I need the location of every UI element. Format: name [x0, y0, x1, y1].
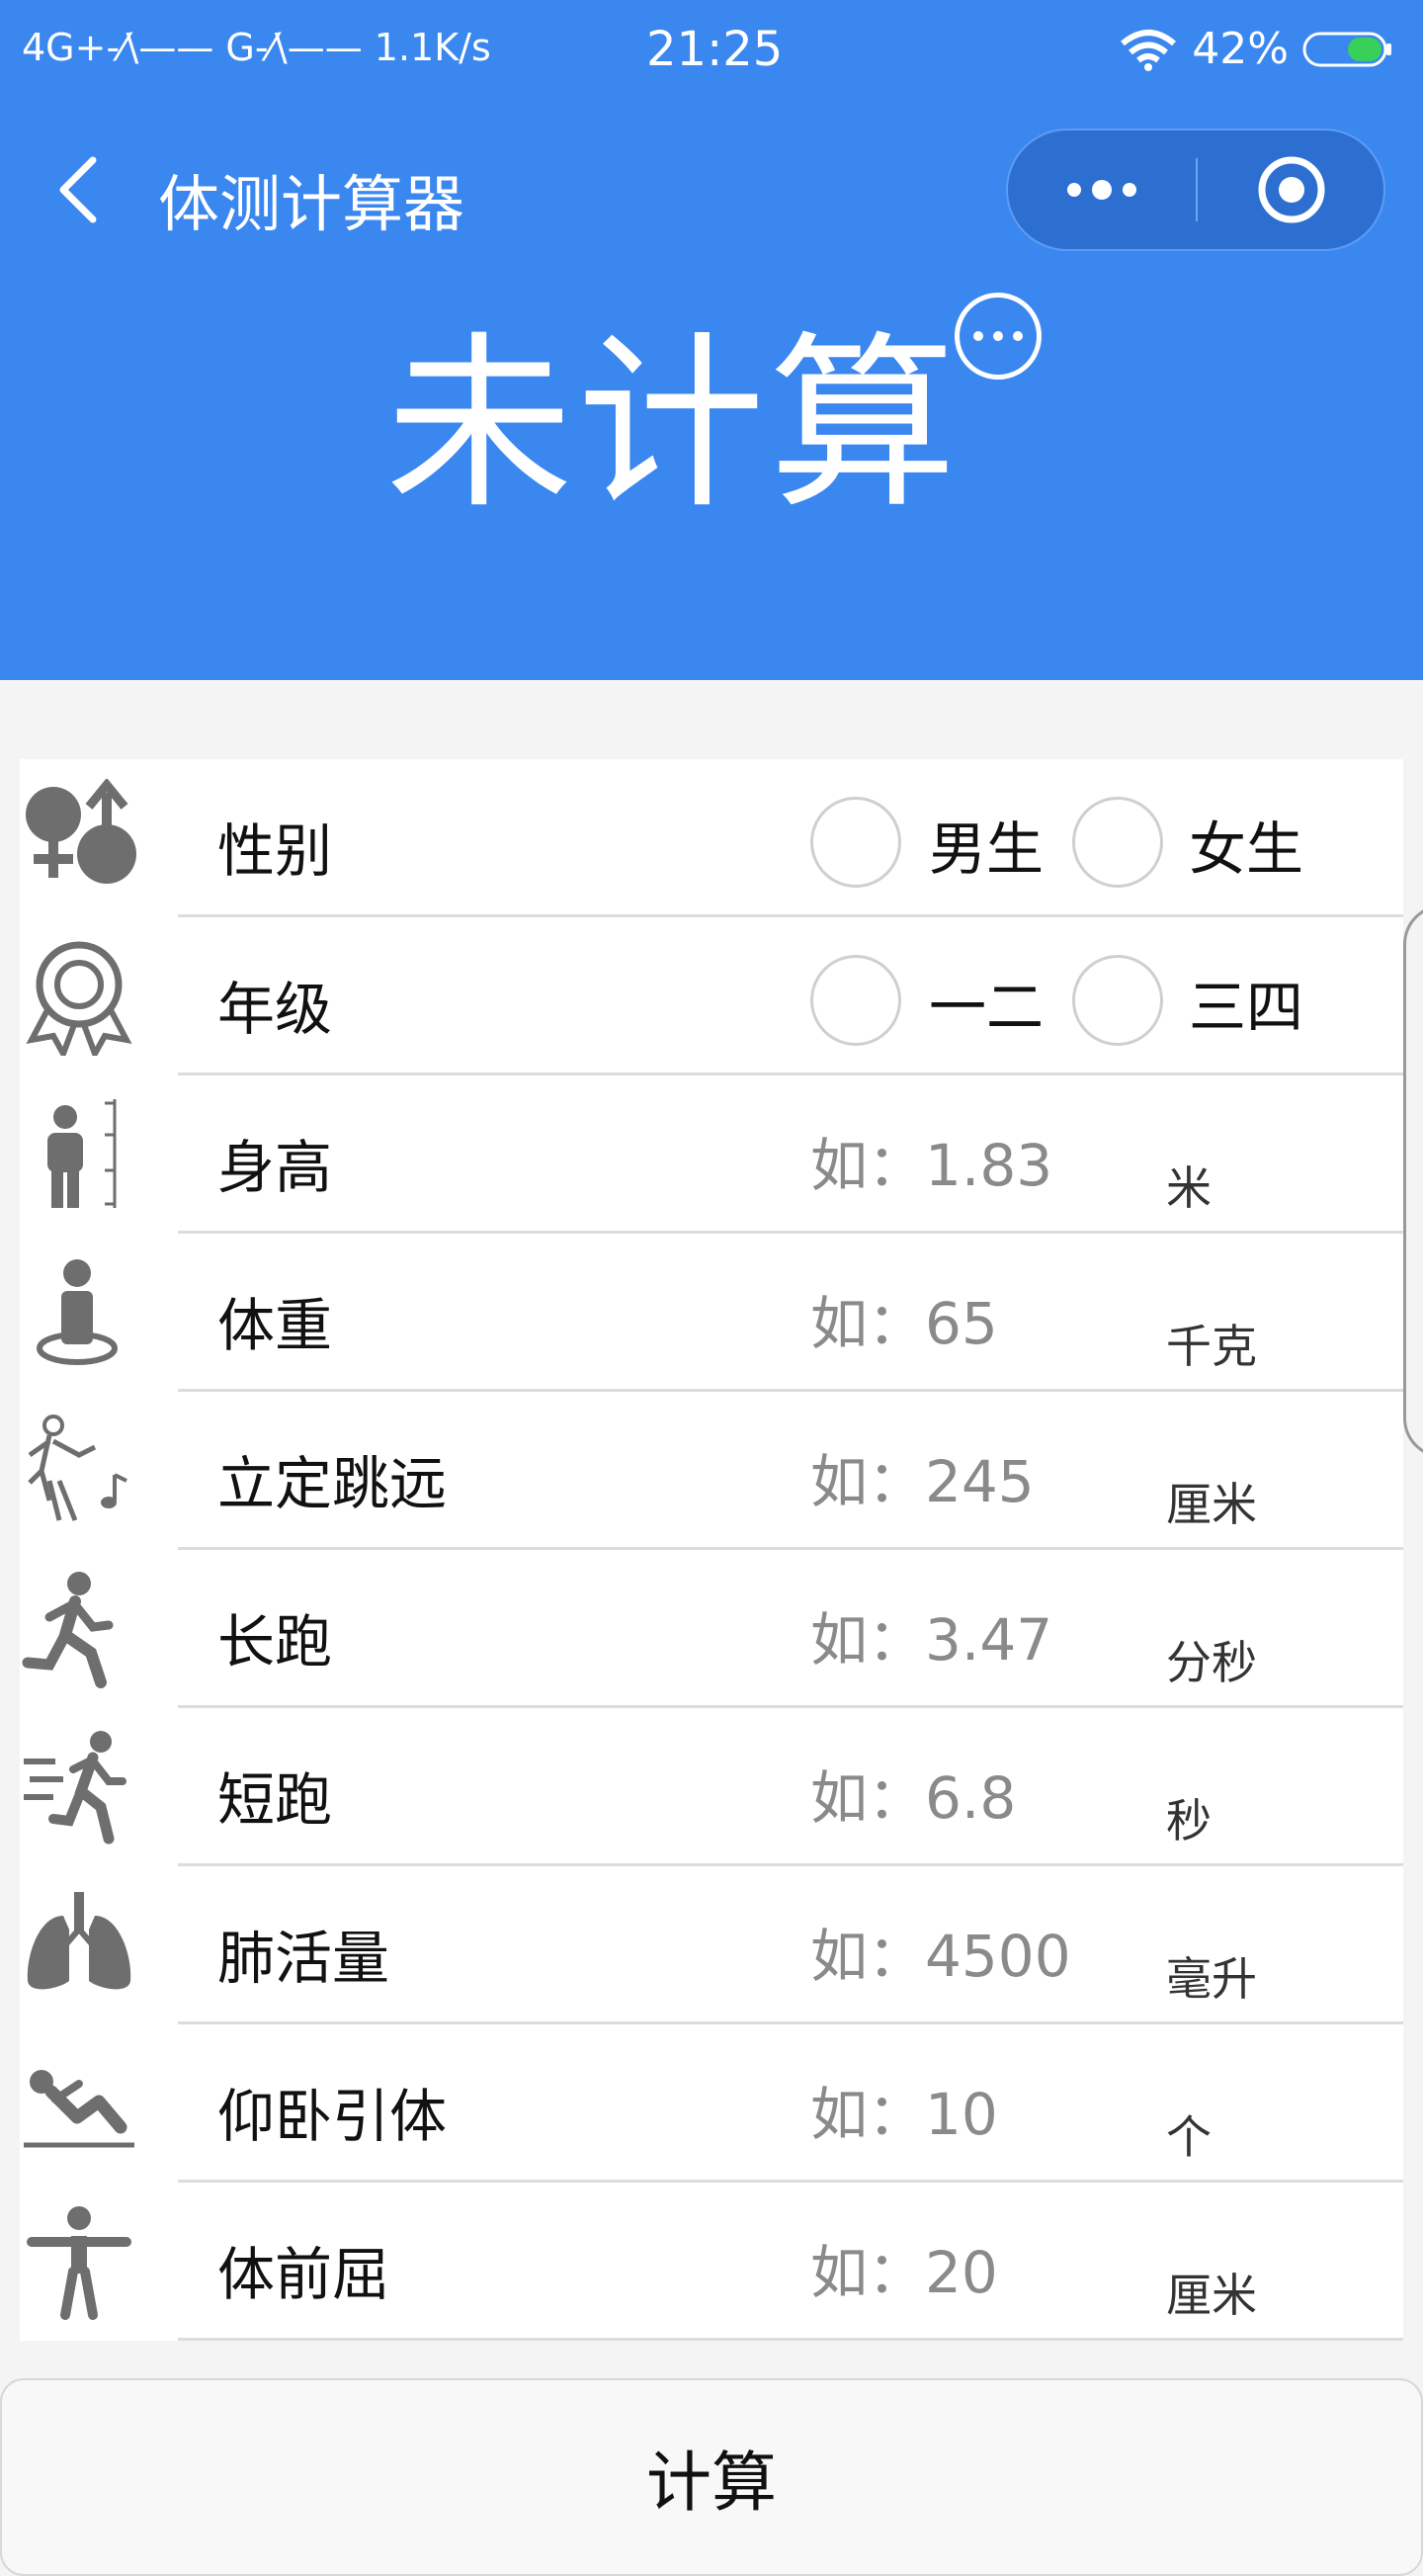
height-row: 身高 如：1.83 米 [20, 1075, 1403, 1234]
situp-row: 仰卧引体 如：10 个 [20, 2024, 1403, 2183]
weight-icon [20, 1253, 138, 1372]
lung-capacity-label: 肺活量 [217, 1925, 390, 1992]
grade-12-radio[interactable] [810, 955, 901, 1046]
ellipsis-circle-icon[interactable] [955, 293, 1042, 380]
gender-female-label[interactable]: 女生 [1189, 803, 1303, 886]
more-dots-icon[interactable] [1008, 130, 1196, 249]
medal-icon [20, 937, 138, 1056]
gender-row: 性别 男生 女生 [20, 759, 1403, 917]
grade-34-label[interactable]: 三四 [1189, 961, 1303, 1044]
height-input[interactable]: 如：1.83 [810, 1119, 1146, 1199]
sprint-input[interactable]: 如：6.8 [810, 1752, 1146, 1832]
battery-percent: 42% [1192, 24, 1289, 74]
lung-capacity-unit: 毫升 [1166, 1952, 1257, 2006]
lung-capacity-row: 肺活量 如：4500 毫升 [20, 1866, 1403, 2024]
navigation-bar: 体测计算器 [0, 119, 1423, 261]
gender-female-radio[interactable] [1072, 797, 1163, 888]
long-run-label: 长跑 [217, 1608, 333, 1675]
situp-label: 仰卧引体 [217, 2083, 448, 2150]
measurement-form: 性别 男生 女生 年级 一二 三四 身高 如：1.83 米 体重 如：65 千克… [20, 759, 1403, 2341]
standing-jump-unit: 厘米 [1166, 1478, 1257, 1531]
weight-row: 体重 如：65 千克 [20, 1234, 1403, 1392]
forward-bend-row: 体前屈 如：20 厘米 [20, 2183, 1403, 2341]
status-bar: 4G+-⁄\—— G-⁄\—— 1.1K/s 21:25 42% [0, 0, 1423, 103]
grade-34-radio[interactable] [1072, 955, 1163, 1046]
forward-bend-label: 体前屈 [217, 2241, 390, 2308]
calculate-button-label: 计算 [646, 2445, 777, 2521]
standing-jump-input[interactable]: 如：245 [810, 1435, 1146, 1515]
clock: 21:25 [646, 22, 784, 77]
target-circle-icon[interactable] [1198, 130, 1385, 249]
height-label: 身高 [217, 1134, 333, 1201]
side-drawer-handle[interactable] [1403, 904, 1423, 1458]
dance-icon [20, 1412, 138, 1530]
result-title: 未计算 [385, 315, 962, 534]
weight-input[interactable]: 如：65 [810, 1277, 1146, 1357]
page-title: 体测计算器 [158, 168, 465, 240]
grade-label: 年级 [217, 976, 333, 1043]
situp-input[interactable]: 如：10 [810, 2068, 1146, 2148]
weight-label: 体重 [217, 1292, 333, 1359]
lungs-icon [20, 1886, 138, 2005]
running-icon [20, 1570, 138, 1688]
header: 4G+-⁄\—— G-⁄\—— 1.1K/s 21:25 42% 体测计算器 未… [0, 0, 1423, 680]
forward-bend-input[interactable]: 如：20 [810, 2226, 1146, 2306]
grade-row: 年级 一二 三四 [20, 917, 1403, 1075]
situp-unit: 个 [1166, 2110, 1212, 2164]
battery-icon [1302, 32, 1393, 67]
height-icon [20, 1095, 138, 1214]
gender-label: 性别 [217, 817, 333, 885]
back-arrow-icon[interactable] [49, 154, 109, 225]
long-run-row: 长跑 如：3.47 分秒 [20, 1550, 1403, 1708]
sprint-label: 短跑 [217, 1766, 333, 1834]
calculate-button[interactable]: 计算 [0, 2378, 1423, 2576]
mini-program-capsule [1006, 129, 1385, 251]
wifi-icon [1119, 28, 1178, 71]
sprint-row: 短跑 如：6.8 秒 [20, 1708, 1403, 1866]
gender-male-label[interactable]: 男生 [929, 803, 1044, 886]
grade-12-label[interactable]: 一二 [929, 961, 1044, 1044]
long-run-input[interactable]: 如：3.47 [810, 1593, 1146, 1674]
long-run-unit: 分秒 [1166, 1636, 1257, 1689]
row-divider [178, 2338, 1403, 2341]
standing-jump-label: 立定跳远 [217, 1450, 448, 1517]
stretch-icon [20, 2202, 138, 2321]
situp-icon [20, 2044, 138, 2163]
height-unit: 米 [1166, 1161, 1212, 1215]
network-status: 4G+-⁄\—— G-⁄\—— 1.1K/s [22, 26, 491, 69]
standing-jump-row: 立定跳远 如：245 厘米 [20, 1392, 1403, 1550]
status-right: 42% [1119, 24, 1393, 74]
gender-icon [20, 779, 138, 898]
sprint-icon [20, 1728, 138, 1846]
lung-capacity-input[interactable]: 如：4500 [810, 1910, 1146, 1990]
weight-unit: 千克 [1166, 1320, 1257, 1373]
gender-male-radio[interactable] [810, 797, 901, 888]
sprint-unit: 秒 [1166, 1794, 1212, 1847]
forward-bend-unit: 厘米 [1166, 2269, 1257, 2322]
